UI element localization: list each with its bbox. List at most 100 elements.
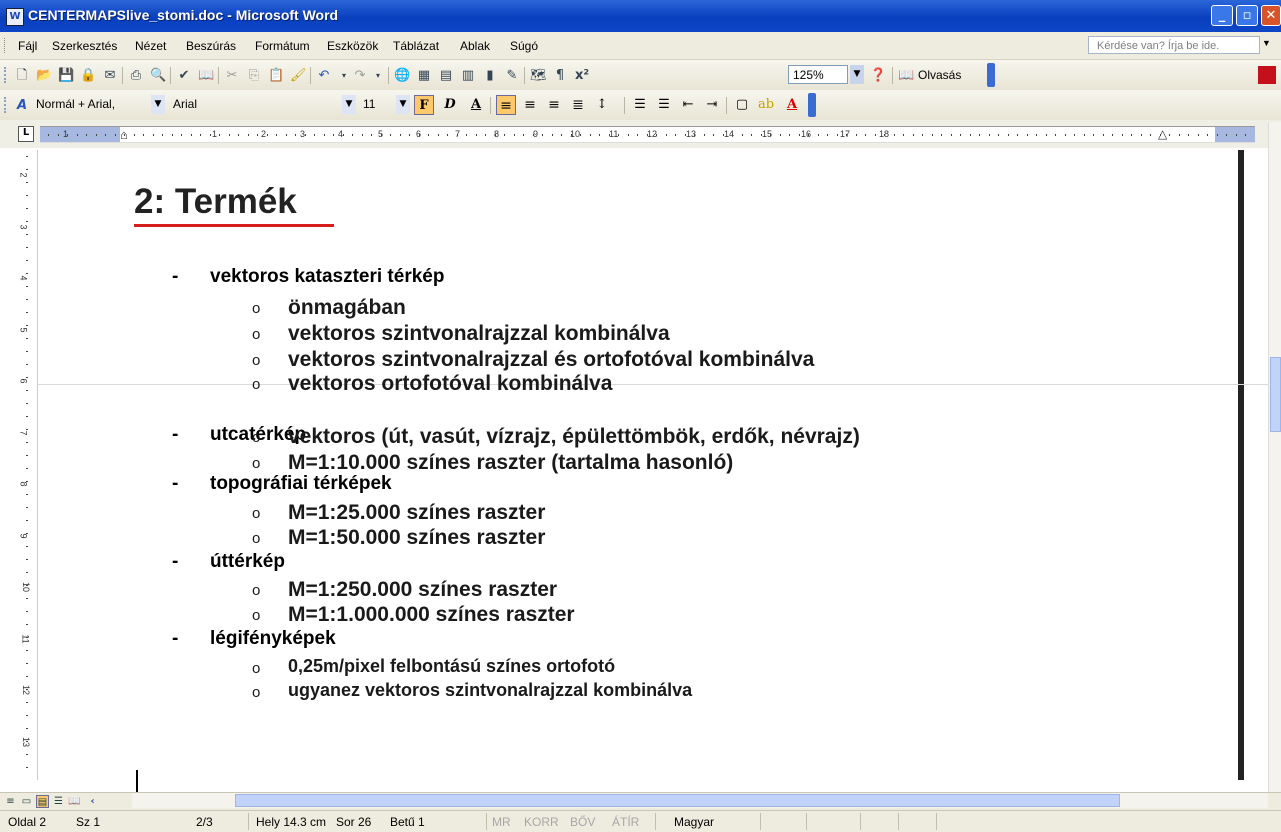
hyperlink-icon[interactable]: 🌐: [394, 68, 410, 84]
zoom-combo[interactable]: 125%: [788, 65, 848, 84]
insert-table-icon[interactable]: ▤: [438, 68, 454, 84]
outline-view-icon[interactable]: ☰: [52, 795, 65, 808]
open-folder-icon[interactable]: 📂: [36, 68, 52, 84]
menu-insert[interactable]: Beszúrás: [186, 39, 236, 53]
menu-help[interactable]: Súgó: [510, 39, 538, 53]
paste-icon[interactable]: 📋: [268, 68, 284, 84]
spelling-icon[interactable]: ✔: [176, 68, 192, 84]
reading-button[interactable]: Olvasás: [918, 68, 961, 82]
status-macro-record[interactable]: MR: [492, 815, 511, 829]
menu-format[interactable]: Formátum: [255, 39, 310, 53]
permission-icon[interactable]: 🔒: [80, 68, 96, 84]
toolbar-grip[interactable]: [4, 67, 9, 83]
print-layout-icon[interactable]: ▤: [36, 795, 49, 808]
font-size-dropdown-icon[interactable]: ▼: [396, 95, 410, 114]
maximize-button[interactable]: ▫: [1236, 5, 1258, 26]
menu-grip[interactable]: [4, 38, 8, 53]
show-hide-icon[interactable]: ¶: [552, 68, 568, 84]
menu-table[interactable]: Táblázat: [393, 39, 439, 53]
borders-icon[interactable]: ▢: [732, 95, 752, 115]
font-dropdown-icon[interactable]: ▼: [342, 95, 356, 114]
vertical-scrollbar[interactable]: [1268, 122, 1281, 792]
ruler-strip[interactable]: 1123456789101112131415161718⌂△: [40, 126, 1255, 143]
ruler-tick: [827, 134, 828, 136]
menu-view[interactable]: Nézet: [135, 39, 166, 53]
horizontal-scroll-thumb[interactable]: [235, 794, 1120, 807]
ruler-tick: [143, 134, 144, 136]
spelling-underline: [134, 224, 334, 227]
toolbar-options-icon[interactable]: [987, 63, 995, 87]
email-icon[interactable]: ✉: [102, 68, 118, 84]
drawing-icon[interactable]: ✎: [504, 68, 520, 84]
redo-icon[interactable]: ↷: [352, 68, 368, 84]
print-preview-icon[interactable]: 🔍: [150, 68, 166, 84]
tab-selector[interactable]: L: [18, 126, 34, 142]
increase-indent-icon[interactable]: ⇥: [702, 95, 722, 115]
close-button[interactable]: ✕: [1261, 5, 1281, 26]
ruler-tick: [494, 134, 496, 136]
undo-icon[interactable]: ↶: [316, 68, 332, 84]
style-combo[interactable]: Normál + Arial,: [33, 95, 151, 114]
redo-dropdown-icon[interactable]: ▾: [370, 68, 386, 84]
line-spacing-icon[interactable]: ↕: [592, 95, 612, 115]
superscript-icon[interactable]: x²: [574, 68, 590, 84]
status-overtype[interactable]: ÁTÍR: [612, 815, 639, 829]
tables-borders-icon[interactable]: ▦: [416, 68, 432, 84]
menu-file[interactable]: Fájl: [18, 39, 37, 53]
ruler-tick: [618, 134, 619, 136]
highlight-icon[interactable]: ab: [756, 95, 776, 115]
status-extend[interactable]: BŐV: [570, 815, 595, 829]
minimize-button[interactable]: _: [1211, 5, 1233, 26]
horizontal-scrollbar[interactable]: [132, 793, 1268, 808]
word-app-icon[interactable]: W: [6, 8, 24, 26]
bullets-icon[interactable]: ☰: [654, 95, 674, 115]
styles-icon[interactable]: A: [14, 98, 30, 114]
ruler-tick: [26, 429, 28, 430]
font-combo[interactable]: Arial: [170, 95, 340, 114]
toolbar-grip[interactable]: [4, 97, 9, 113]
zoom-dropdown-icon[interactable]: ▼: [850, 65, 864, 84]
align-center-icon[interactable]: ≡: [520, 95, 540, 115]
font-size-combo[interactable]: 11: [360, 95, 394, 114]
cut-icon[interactable]: ✂: [224, 68, 240, 84]
columns-icon[interactable]: ▮: [482, 68, 498, 84]
toolbar-options-icon[interactable]: [808, 93, 816, 117]
scroll-left-icon[interactable]: ‹: [86, 795, 99, 808]
research-icon[interactable]: 📖: [198, 68, 214, 84]
web-view-icon[interactable]: ▭: [20, 795, 33, 808]
ruler-tick: [26, 715, 28, 716]
font-color-icon[interactable]: A: [782, 95, 802, 115]
status-track-changes[interactable]: KORR: [524, 815, 559, 829]
undo-dropdown-icon[interactable]: ▾: [336, 68, 352, 84]
insert-excel-icon[interactable]: ▥: [460, 68, 476, 84]
numbering-icon[interactable]: ☰: [630, 95, 650, 115]
copy-icon[interactable]: ⎘: [246, 68, 262, 84]
style-dropdown-icon[interactable]: ▼: [151, 95, 165, 114]
circle-bullet: o: [252, 376, 261, 393]
reading-view-icon[interactable]: 📖: [68, 795, 81, 808]
underline-button[interactable]: A: [466, 95, 486, 115]
align-right-icon[interactable]: ≡: [544, 95, 564, 115]
vertical-scroll-thumb[interactable]: [1270, 357, 1281, 432]
save-icon[interactable]: 💾: [58, 68, 74, 84]
menu-tools[interactable]: Eszközök: [327, 39, 378, 53]
ask-dropdown-icon[interactable]: ▼: [1262, 38, 1271, 48]
bold-button[interactable]: F: [414, 95, 434, 115]
document-map-icon[interactable]: 🗺: [530, 68, 547, 84]
help-icon[interactable]: ❓: [870, 68, 886, 84]
ask-question-input[interactable]: Kérdése van? Írja be ide.: [1088, 36, 1260, 54]
new-document-icon[interactable]: 🗋: [14, 68, 30, 84]
ruler-tick: [26, 377, 28, 378]
print-icon[interactable]: ⎙: [128, 68, 144, 84]
italic-button[interactable]: D: [440, 95, 460, 115]
normal-view-icon[interactable]: ≡: [4, 795, 17, 808]
align-left-icon[interactable]: ≡: [496, 95, 516, 115]
decrease-indent-icon[interactable]: ⇤: [678, 95, 698, 115]
justify-icon[interactable]: ≣: [568, 95, 588, 115]
menu-edit[interactable]: Szerkesztés: [52, 39, 117, 53]
research-red-icon[interactable]: [1258, 66, 1276, 84]
read-icon[interactable]: 📖: [898, 68, 914, 84]
ruler-tick: [26, 611, 28, 612]
menu-window[interactable]: Ablak: [460, 39, 490, 53]
format-painter-icon[interactable]: 🖌: [290, 68, 307, 84]
